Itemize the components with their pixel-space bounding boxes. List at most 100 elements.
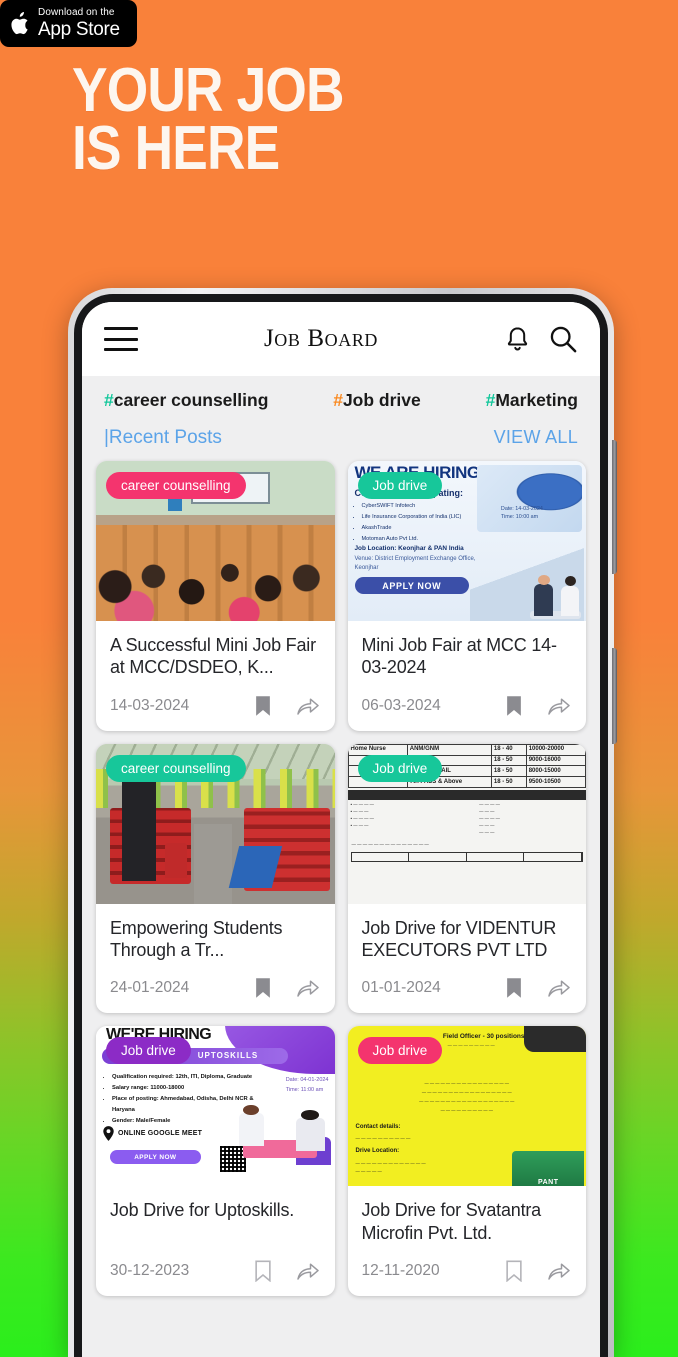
headline-line-1: YOUR JOB xyxy=(72,56,344,125)
card-image: Home Nurse ANM/GNM 18 - 40 10000-20000 N… xyxy=(347,743,586,904)
card-category-badge[interactable]: career counselling xyxy=(106,472,246,499)
card-actions xyxy=(506,1260,570,1282)
headline-line-2: IS HERE xyxy=(72,113,280,183)
card-title: A Successful Mini Job Fair at MCC/DSDEO,… xyxy=(110,635,316,678)
cell-age: 18 - 50 xyxy=(490,776,527,789)
phone-volume-button[interactable] xyxy=(612,440,617,574)
cell-pay: 10000-20000 xyxy=(525,743,586,756)
poster-apply-button[interactable]: APPLY NOW xyxy=(110,1150,201,1165)
table-row: Home Nurse ANM/GNM 18 - 40 10000-20000 xyxy=(347,743,586,756)
people-illustration xyxy=(237,1088,332,1171)
hashtag-label: Job drive xyxy=(342,390,421,410)
table-section-bar xyxy=(347,790,586,801)
post-card[interactable]: Field Officer - 30 positions — — — — — —… xyxy=(347,1026,587,1296)
hashtag-job-drive[interactable]: #Job drive xyxy=(333,390,421,411)
hash-symbol: # xyxy=(333,390,343,410)
phone-mockup: Job Board #career counselling #Job drive… xyxy=(68,288,617,1357)
post-card[interactable]: career counselling Empowering Students T… xyxy=(96,743,335,1014)
cell-age: 18 - 50 xyxy=(490,754,527,767)
share-icon[interactable] xyxy=(296,978,319,998)
card-actions xyxy=(506,695,570,717)
card-date: 14-03-2024 xyxy=(110,696,190,714)
post-card[interactable]: Home Nurse ANM/GNM 18 - 40 10000-20000 N… xyxy=(347,743,587,1014)
post-card[interactable]: WE ARE HIRING! Companies Participating: … xyxy=(347,461,587,731)
cell-pay: 8000-15000 xyxy=(525,765,586,778)
card-footer: 24-01-2024 xyxy=(96,965,335,1013)
table-footnote: — — — — — — — — — — — — — — xyxy=(351,841,429,847)
post-card-grid: career counselling A Successful Mini Job… xyxy=(82,461,600,1306)
promo-headline: YOUR JOB IS HERE xyxy=(72,56,344,183)
card-category-badge[interactable]: Job drive xyxy=(357,1037,443,1065)
phone-screen: Job Board #career counselling #Job drive… xyxy=(82,302,600,1357)
card-title: Job Drive for VIDENTUR EXECUTORS PVT LTD xyxy=(361,917,557,960)
card-date: 12-11-2020 xyxy=(361,1261,440,1279)
cell-pay: 9500-10500 xyxy=(525,776,586,789)
share-icon[interactable] xyxy=(296,696,319,716)
card-title: Job Drive for Uptoskills. xyxy=(110,1200,295,1221)
company-item: Life Insurance Corporation of India (LIC… xyxy=(362,512,462,523)
phone-power-button[interactable] xyxy=(612,648,617,744)
notification-bell-icon[interactable] xyxy=(504,325,531,354)
location-pin-icon xyxy=(103,1126,114,1142)
card-category-badge[interactable]: career counselling xyxy=(106,754,246,782)
card-category-badge[interactable]: Job drive xyxy=(357,472,443,499)
hashtag-filter-row: #career counselling #Job drive #Marketin… xyxy=(82,376,600,419)
cell-qual: ANM/GNM xyxy=(406,743,492,756)
share-icon[interactable] xyxy=(296,1261,319,1281)
card-image: career counselling xyxy=(96,743,335,904)
poster-date: Date: 04-01-2024 xyxy=(285,1077,329,1084)
poster-mode: ONLINE GOOGLE MEET xyxy=(118,1130,203,1138)
company-item: Motoman Auto Pvt Ltd. xyxy=(362,534,462,545)
poster-location: Job Location: Keonjhar & PAN India xyxy=(354,545,464,552)
card-actions xyxy=(255,695,319,717)
view-all-link[interactable]: VIEW ALL xyxy=(494,427,578,448)
post-card[interactable]: career counselling A Successful Mini Job… xyxy=(96,461,335,731)
hamburger-menu-icon[interactable] xyxy=(104,327,138,351)
card-category-badge[interactable]: Job drive xyxy=(106,1037,191,1065)
card-actions xyxy=(254,1260,319,1282)
app-store-big-text: App Store xyxy=(38,19,120,40)
bookmark-icon[interactable] xyxy=(506,977,522,999)
hashtag-label: career counselling xyxy=(113,390,269,410)
cell-role: Home Nurse xyxy=(347,743,408,756)
flyer-heading: Field Officer - 30 positions xyxy=(442,1033,525,1041)
bookmark-icon[interactable] xyxy=(255,695,271,717)
post-card[interactable]: WE'RE HIRING UPTOSKILLS Qualification re… xyxy=(96,1026,335,1296)
card-body: Job Drive for Uptoskills. xyxy=(96,1186,335,1248)
share-icon[interactable] xyxy=(548,978,570,998)
recent-posts-header: |Recent Posts VIEW ALL xyxy=(82,419,600,461)
card-title: Job Drive for Svatantra Microfin Pvt. Lt… xyxy=(361,1200,542,1243)
hashtag-marketing[interactable]: #Marketing xyxy=(486,390,578,411)
hashtag-label: Marketing xyxy=(495,390,578,410)
poster-bullets: Qualification required: 12th, ITI, Diplo… xyxy=(112,1072,255,1127)
flyer-location-heading: Drive Location: xyxy=(355,1148,400,1155)
card-body: A Successful Mini Job Fair at MCC/DSDEO,… xyxy=(96,621,335,683)
share-icon[interactable] xyxy=(548,1261,570,1281)
app-store-small-text: Download on the xyxy=(38,7,115,18)
bookmark-icon[interactable] xyxy=(254,1260,271,1282)
search-icon[interactable] xyxy=(548,324,578,354)
bookmark-icon[interactable] xyxy=(255,977,271,999)
bookmark-icon[interactable] xyxy=(506,1260,522,1282)
card-image: WE ARE HIRING! Companies Participating: … xyxy=(347,461,586,621)
bullet-item: Qualification required: 12th, ITI, Diplo… xyxy=(112,1072,255,1083)
header-actions xyxy=(504,324,578,354)
hashtag-career-counselling[interactable]: #career counselling xyxy=(104,390,268,411)
card-footer: 01-01-2024 xyxy=(348,965,587,1013)
poster-brand: UPTOSKILLS xyxy=(197,1051,259,1061)
flyer-subtext: — — — — — — — — — xyxy=(447,1043,495,1049)
bookmark-icon[interactable] xyxy=(506,695,522,717)
card-image: Field Officer - 30 positions — — — — — —… xyxy=(347,1026,586,1187)
bullet-item: Place of posting: Ahmedabad, Odisha, Del… xyxy=(112,1094,255,1116)
app-store-badge[interactable]: Download on the App Store xyxy=(0,0,137,47)
flyer-logo: PANT xyxy=(512,1151,584,1187)
page-title: Job Board xyxy=(263,325,379,352)
share-icon[interactable] xyxy=(548,696,570,716)
apple-logo-icon xyxy=(11,11,28,34)
poster-apply-button[interactable]: APPLY NOW xyxy=(354,577,469,594)
flyer-body: — — — — — — — — — — — — — — — — — — — — … xyxy=(419,1081,515,1113)
card-body: Job Drive for Svatantra Microfin Pvt. Lt… xyxy=(348,1186,587,1248)
card-actions xyxy=(255,977,319,999)
card-category-badge[interactable]: Job drive xyxy=(357,754,443,782)
card-footer: 06-03-2024 xyxy=(348,683,587,731)
